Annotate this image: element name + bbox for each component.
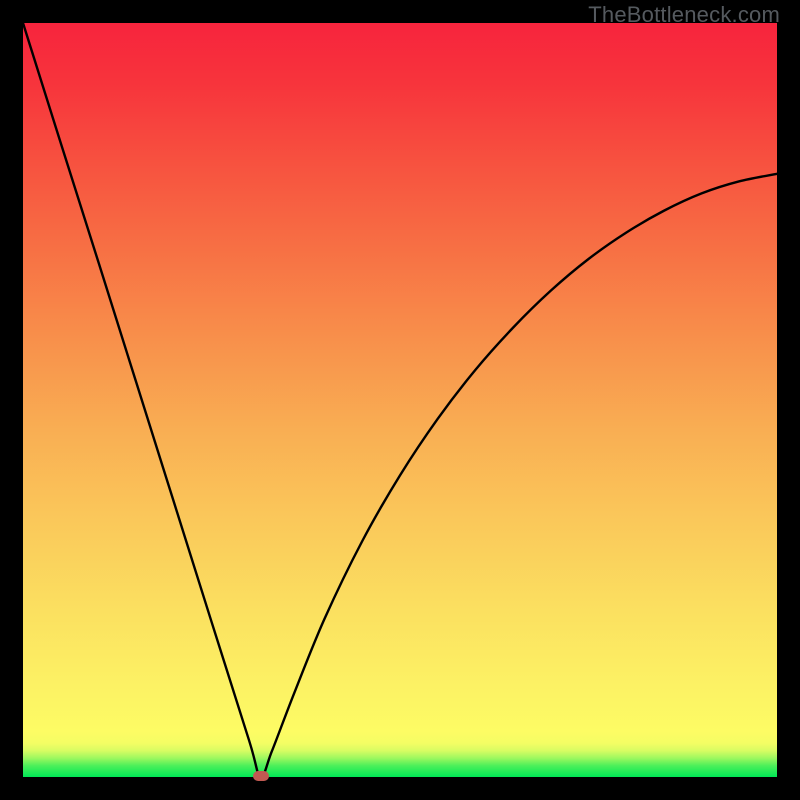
- minimum-marker: [253, 771, 269, 781]
- plot-area: [23, 23, 777, 777]
- chart-frame: TheBottleneck.com: [0, 0, 800, 800]
- curve-svg: [23, 23, 777, 777]
- bottleneck-curve: [23, 23, 777, 777]
